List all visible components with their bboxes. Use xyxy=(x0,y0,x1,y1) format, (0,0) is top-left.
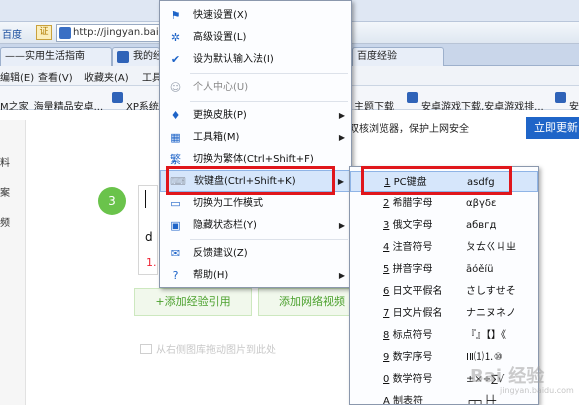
page-icon xyxy=(555,92,566,103)
brand-label: 百度 xyxy=(2,30,22,41)
tab-label: 百度经验 xyxy=(357,51,397,62)
menu-item-quick-settings[interactable]: ⚑ 快速设置(X) xyxy=(160,5,351,26)
hide-statusbar-icon: ▣ xyxy=(170,219,181,232)
submenu-arrow-icon: ▶ xyxy=(338,271,345,280)
menu-item-toolbox[interactable]: ▦ 工具箱(M) ▶ xyxy=(160,127,351,148)
keyboard-option-hiragana[interactable]: 6 日文平假名 さしすせそ xyxy=(350,281,538,302)
tab-life-guide[interactable]: ——实用生活指南 xyxy=(0,47,112,66)
keyboard-option-greek[interactable]: 2 希腊字母 αβγδε xyxy=(350,193,538,214)
menu-item-work-mode[interactable]: ▭ 切换为工作模式 xyxy=(160,193,351,214)
left-nav-item[interactable]: 频 xyxy=(0,214,10,229)
traditional-char-icon: 繁 xyxy=(170,153,181,166)
left-nav-item[interactable]: 料 xyxy=(0,154,10,169)
favorite-item[interactable]: 安 xyxy=(555,92,579,113)
drag-image-hint: 从右侧图库拖动图片到此处 xyxy=(140,341,276,356)
flag-icon: ⚑ xyxy=(170,9,181,22)
tab-baidu-experience[interactable]: 百度经验 xyxy=(352,47,444,66)
ime-context-menu: ⚑ 快速设置(X) ✲ 高级设置(L) ✔ 设为默认输入法(I) ☺ 个人中心(… xyxy=(159,0,352,288)
work-mode-icon: ▭ xyxy=(170,197,181,210)
text-cursor xyxy=(145,190,146,208)
menu-separator xyxy=(190,73,348,74)
update-now-button[interactable]: 立即更新 xyxy=(526,117,579,139)
tab-my-experience[interactable]: 我的经 xyxy=(112,47,160,66)
menu-item-feedback[interactable]: ✉ 反馈建议(Z) xyxy=(160,243,351,264)
step-number-badge: 3 xyxy=(98,187,126,215)
feedback-icon: ✉ xyxy=(170,247,181,260)
gear-icon: ✲ xyxy=(170,31,181,44)
menu-item-advanced-settings[interactable]: ✲ 高级设置(L) xyxy=(160,27,351,48)
favorite-item[interactable]: XP系统 xyxy=(112,92,159,113)
highlight-box-pc-keyboard xyxy=(361,166,512,195)
site-favicon-icon xyxy=(59,27,71,39)
menu-edit[interactable]: 编辑(E) xyxy=(0,69,34,84)
submenu-arrow-icon: ▶ xyxy=(338,111,345,120)
baidu-favicon-icon xyxy=(117,51,129,63)
tab-label: ——实用生活指南 xyxy=(5,51,85,62)
help-icon: ? xyxy=(172,269,179,282)
image-icon xyxy=(140,344,152,354)
keyboard-option-punctuation[interactable]: 8 标点符号 『』【】《 xyxy=(350,325,538,346)
menu-view[interactable]: 查看(V) xyxy=(38,69,73,84)
certificate-badge[interactable]: 证 xyxy=(36,25,52,40)
keyboard-option-pinyin[interactable]: 5 拼音字母 āóěíü xyxy=(350,259,538,280)
menu-favorites[interactable]: 收藏夹(A) xyxy=(84,69,129,84)
user-icon: ☺ xyxy=(169,81,182,94)
menu-item-help[interactable]: ? 帮助(H) ▶ xyxy=(160,265,351,286)
baidu-watermark-logo: Bai 经验 xyxy=(470,366,545,387)
editor-text: d xyxy=(145,230,153,244)
browser-notice: 双核浏览器，保护上网安全 xyxy=(349,124,469,135)
add-web-video-button[interactable]: 添加网络视频 xyxy=(258,288,350,316)
menu-item-change-skin[interactable]: ♦ 更换皮肤(P) ▶ xyxy=(160,105,351,126)
step-text-editor[interactable]: d 1. xyxy=(138,185,158,275)
submenu-arrow-icon: ▶ xyxy=(338,133,345,142)
shirt-icon: ♦ xyxy=(170,109,181,122)
url-text: http://jingyan.bai xyxy=(73,27,159,38)
menu-separator xyxy=(190,101,348,102)
menu-separator xyxy=(190,239,348,240)
left-nav-strip: 料 案 频 xyxy=(0,120,26,405)
check-circle-icon: ✔ xyxy=(170,53,181,66)
menu-item-hide-statusbar[interactable]: ▣ 隐藏状态栏(Y) ▶ xyxy=(160,215,351,236)
left-nav-item[interactable]: 案 xyxy=(0,184,10,199)
grid-icon: ▦ xyxy=(170,131,181,144)
watermark-url: jingyan.baidu.com xyxy=(500,386,574,395)
favorite-item[interactable]: 安卓游戏下载,安卓游戏排... xyxy=(407,92,544,113)
submenu-arrow-icon: ▶ xyxy=(337,177,344,186)
url-input[interactable]: http://jingyan.bai xyxy=(56,24,168,42)
tab-label: 我的经 xyxy=(133,51,160,62)
keyboard-option-zhuyin[interactable]: 4 注音符号 ㄆㄊㄍㄐㄓ xyxy=(350,237,538,258)
keyboard-option-katakana[interactable]: 7 日文片假名 ナニヌネノ xyxy=(350,303,538,324)
editor-list-number: 1. xyxy=(146,256,157,269)
keyboard-option-russian[interactable]: 3 俄文字母 абвгд xyxy=(350,215,538,236)
page-icon xyxy=(407,92,418,103)
submenu-arrow-icon: ▶ xyxy=(338,221,345,230)
menu-item-set-default-ime[interactable]: ✔ 设为默认输入法(I) xyxy=(160,49,351,70)
menu-item-personal-center[interactable]: ☺ 个人中心(U) xyxy=(160,77,351,98)
page-icon xyxy=(112,92,123,103)
highlight-box-soft-keyboard xyxy=(166,166,335,195)
add-reference-button[interactable]: +添加经验引用 xyxy=(134,288,252,316)
